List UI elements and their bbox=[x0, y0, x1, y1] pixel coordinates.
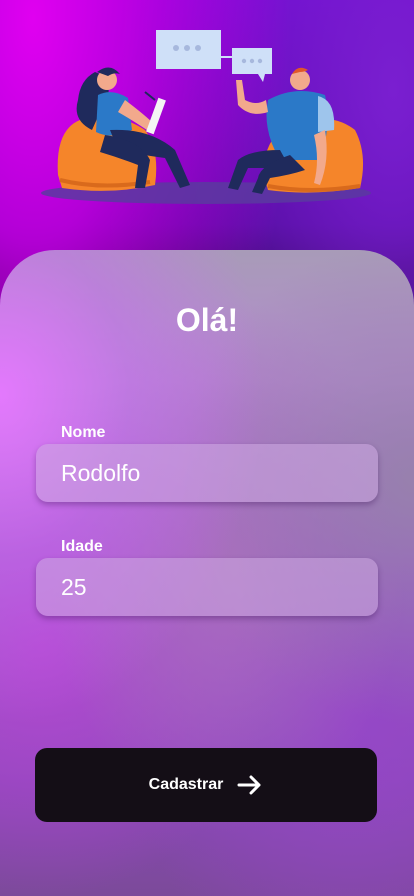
app-screen: Olá! Nome Idade Cadastrar bbox=[0, 0, 414, 896]
two-people-conversation-illustration bbox=[41, 30, 371, 204]
chat-bubble-icon bbox=[156, 30, 232, 69]
chat-bubble-icon bbox=[232, 48, 272, 82]
age-label: Idade bbox=[61, 538, 103, 555]
arrow-right-icon bbox=[237, 775, 261, 795]
age-input[interactable] bbox=[36, 558, 378, 616]
name-input[interactable] bbox=[36, 444, 378, 502]
register-button-label: Cadastrar bbox=[148, 776, 224, 793]
header-illustration bbox=[0, 0, 414, 250]
register-button[interactable]: Cadastrar bbox=[35, 748, 377, 822]
register-card: Olá! Nome Idade Cadastrar bbox=[0, 250, 414, 896]
page-title: Olá! bbox=[175, 302, 239, 338]
name-label: Nome bbox=[61, 424, 106, 441]
